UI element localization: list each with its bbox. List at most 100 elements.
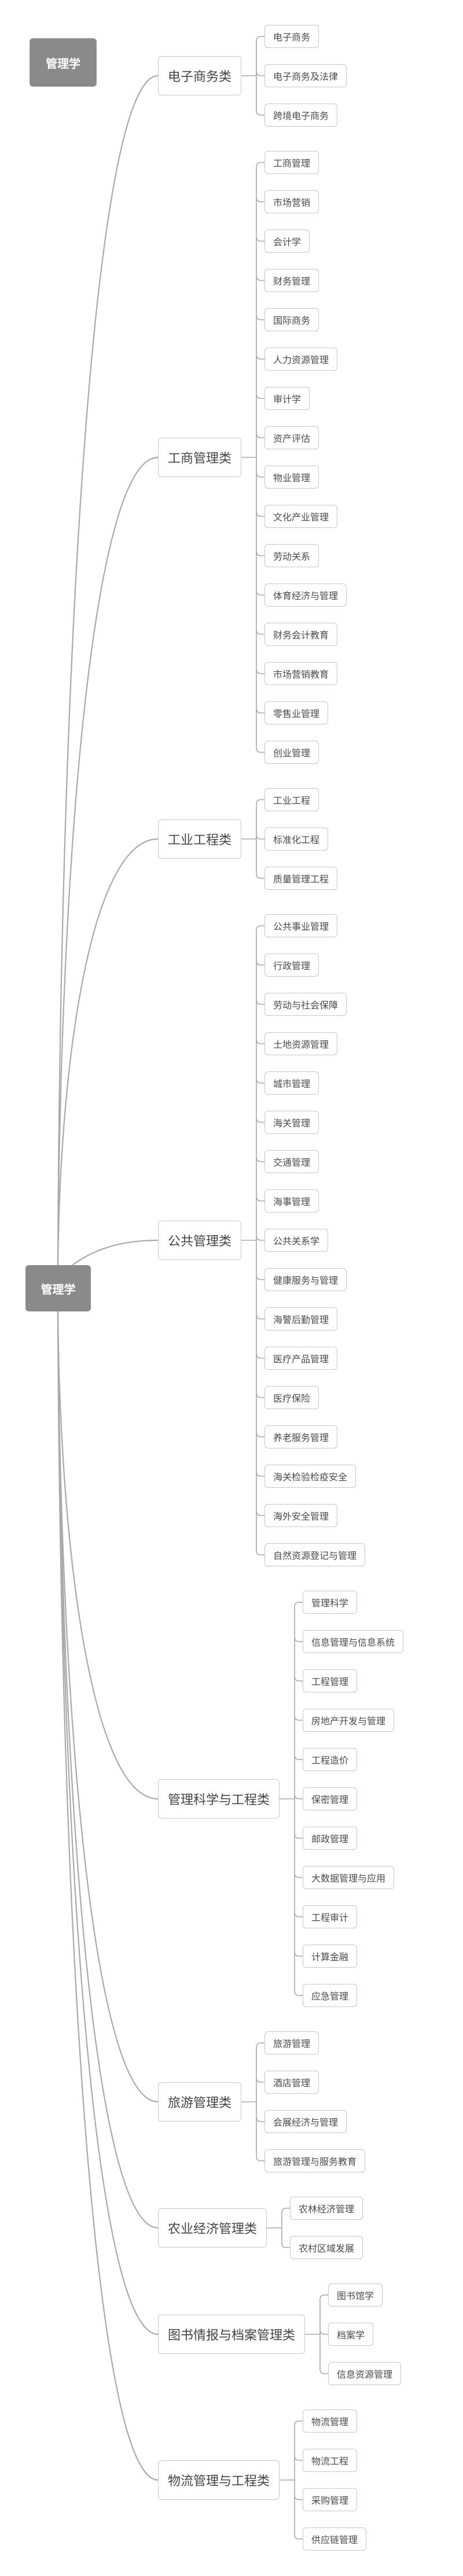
root-branch-link: [57, 1311, 159, 2335]
leaf-node[interactable]: 图书馆学: [328, 2283, 383, 2307]
leaf-node[interactable]: 健康服务与管理: [264, 1268, 347, 1291]
leaf-node[interactable]: 邮政管理: [303, 1827, 358, 1850]
leaf-node[interactable]: 物流工程: [303, 2449, 358, 2472]
leaf-node[interactable]: 旅游管理: [264, 2031, 319, 2054]
leaf-tick: [256, 629, 264, 635]
branch-node[interactable]: 旅游管理类: [158, 2082, 242, 2122]
leaf-node[interactable]: 标准化工程: [264, 827, 329, 851]
leaf-node[interactable]: 海关管理: [264, 1111, 319, 1134]
leaf-node[interactable]: 工程管理: [303, 1669, 358, 1692]
leaf-node[interactable]: 财务管理: [264, 269, 319, 292]
leaf-node[interactable]: 文化产业管理: [264, 505, 338, 528]
leaf-node[interactable]: 跨境电子商务: [264, 104, 338, 127]
leaf-node[interactable]: 医疗保险: [264, 1386, 319, 1409]
leaf-node[interactable]: 供应链管理: [303, 2527, 367, 2551]
leaf-node[interactable]: 电子商务: [264, 25, 319, 48]
leaf-tick: [294, 1636, 303, 1642]
leaf-node[interactable]: 物流管理: [303, 2409, 358, 2433]
leaf-tick: [256, 1117, 264, 1123]
leaf-node[interactable]: 自然资源登记与管理: [264, 1543, 366, 1566]
leaf-node[interactable]: 公共事业管理: [264, 914, 338, 937]
leaf-node[interactable]: 体育经济与管理: [264, 583, 347, 607]
leaf-node[interactable]: 工业工程: [264, 788, 319, 811]
leaf-tick: [294, 1754, 303, 1760]
leaf-node[interactable]: 计算金融: [303, 1945, 358, 1968]
leaf-tick: [256, 71, 264, 76]
leaf-node[interactable]: 档案学: [328, 2323, 374, 2346]
leaf-node[interactable]: 海警后勤管理: [264, 1307, 338, 1330]
leaf-node[interactable]: 采购管理: [303, 2488, 358, 2511]
leaf-tick: [256, 590, 264, 596]
branch-node[interactable]: 公共管理类: [158, 1221, 242, 1260]
leaf-node[interactable]: 土地资源管理: [264, 1032, 338, 1055]
leaf-tick: [256, 354, 264, 360]
leaf-tick: [256, 1471, 264, 1477]
leaf-node[interactable]: 工商管理: [264, 151, 319, 174]
branch-node[interactable]: 农业经济管理类: [158, 2208, 267, 2248]
leaf-node[interactable]: 会计学: [264, 230, 310, 253]
leaf-node[interactable]: 农林经济管理: [290, 2197, 363, 2220]
leaf-tick: [294, 2455, 303, 2461]
leaf-node[interactable]: 工程审计: [303, 1905, 358, 1928]
branch-node[interactable]: 图书情报与档案管理类: [158, 2315, 306, 2354]
leaf-node[interactable]: 保密管理: [303, 1787, 358, 1810]
leaf-tick: [256, 511, 264, 517]
leaf-tick: [256, 472, 264, 478]
leaf-node[interactable]: 交通管理: [264, 1150, 319, 1173]
leaf-node[interactable]: 医疗产品管理: [264, 1347, 338, 1370]
leaf-node[interactable]: 会展经济与管理: [264, 2110, 347, 2133]
leaf-node[interactable]: 人力资源管理: [264, 348, 338, 371]
leaf-node[interactable]: 劳动关系: [264, 544, 319, 567]
leaf-node[interactable]: 管理科学: [303, 1591, 358, 1614]
leaf-node[interactable]: 房地产开发与管理: [303, 1709, 395, 1732]
leaf-node[interactable]: 城市管理: [264, 1071, 319, 1095]
leaf-tick: [256, 1078, 264, 1084]
leaf-node[interactable]: 审计学: [264, 387, 310, 410]
leaf-node[interactable]: 国际商务: [264, 308, 319, 331]
leaf-node[interactable]: 海事管理: [264, 1189, 319, 1213]
leaf-node[interactable]: 资产评估: [264, 426, 319, 449]
leaf-node[interactable]: 市场营销: [264, 190, 319, 213]
leaf-node[interactable]: 工程造价: [303, 1748, 358, 1771]
leaf-tick: [256, 197, 264, 202]
root-branch-link: [57, 456, 159, 1266]
leaf-node[interactable]: 市场营销教育: [264, 662, 338, 685]
branch-node[interactable]: 管理科学与工程类: [158, 1779, 280, 1819]
leaf-node[interactable]: 旅游管理与服务教育: [264, 2149, 366, 2172]
leaf-node[interactable]: 信息管理与信息系统: [303, 1630, 404, 1653]
leaf-tick: [256, 960, 264, 966]
leaf-node[interactable]: 海外安全管理: [264, 1504, 338, 1527]
root-branch-link: [57, 1311, 159, 2481]
leaf-tick: [319, 2329, 328, 2335]
root-node[interactable]: 管理学: [25, 1265, 91, 1311]
leaf-node[interactable]: 养老服务管理: [264, 1425, 338, 1448]
branch-node[interactable]: 工业工程类: [158, 819, 242, 859]
leaf-node[interactable]: 零售业管理: [264, 701, 329, 725]
leaf-tick: [256, 1314, 264, 1320]
leaf-node[interactable]: 酒店管理: [264, 2071, 319, 2094]
root-branch-link: [57, 1311, 159, 2229]
leaf-node[interactable]: 财务会计教育: [264, 623, 338, 646]
branch-node[interactable]: 物流管理与工程类: [158, 2460, 280, 2500]
leaf-node[interactable]: 物业管理: [264, 465, 319, 489]
leaf-node[interactable]: 行政管理: [264, 953, 319, 977]
leaf-tick: [294, 1715, 303, 1721]
leaf-node[interactable]: 海关检验检疫安全: [264, 1465, 357, 1488]
leaf-node[interactable]: 大数据管理与应用: [303, 1866, 395, 1889]
leaf-tick: [294, 1951, 303, 1957]
leaf-node[interactable]: 创业管理: [264, 741, 319, 764]
branch-node[interactable]: 工商管理类: [158, 438, 242, 477]
leaf-node[interactable]: 电子商务及法律: [264, 64, 347, 87]
leaf-node[interactable]: 应急管理: [303, 1984, 358, 2007]
leaf-node[interactable]: 信息资源管理: [328, 2362, 402, 2385]
leaf-node[interactable]: 劳动与社会保障: [264, 993, 347, 1016]
branch-spine: [294, 2420, 300, 2540]
leaf-tick: [256, 433, 264, 438]
branch-node[interactable]: 电子商务类: [158, 56, 242, 95]
branch-spine: [256, 162, 262, 753]
leaf-node[interactable]: 公共关系学: [264, 1229, 329, 1252]
leaf-tick: [256, 1392, 264, 1398]
leaf-tick: [256, 1510, 264, 1516]
leaf-node[interactable]: 质量管理工程: [264, 867, 338, 890]
leaf-node[interactable]: 农村区域发展: [290, 2236, 363, 2259]
